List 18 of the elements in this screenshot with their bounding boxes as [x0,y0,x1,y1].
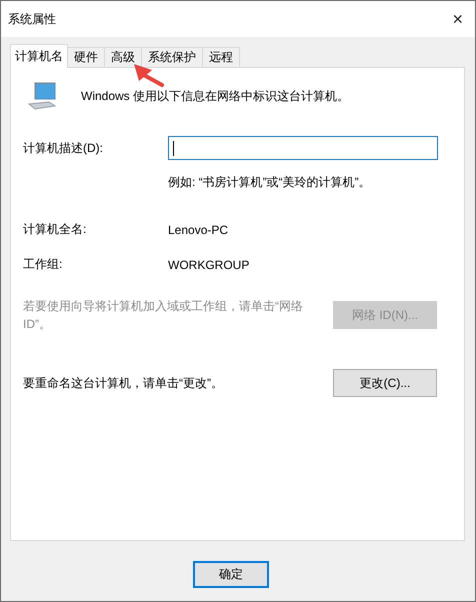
action-description: 若要使用向导将计算机加入域或工作组，请单击“网络 ID”。 [23,298,304,333]
window-title: 系统属性 [8,10,56,28]
example-hint: 例如: “书房计算机”或“美玲的计算机”。 [168,174,372,191]
info-value: Lenovo-PC [168,222,228,236]
close-button[interactable]: × [448,10,467,28]
tab[interactable]: 计算机名 [10,44,68,68]
computer-icon [27,82,59,110]
description-field[interactable] [168,136,438,160]
intro-text: Windows 使用以下信息在网络中标识这台计算机。 [81,88,350,104]
info-label: 计算机全名: [23,221,88,238]
tab[interactable]: 远程 [202,47,240,67]
field-label: 计算机描述(D): [23,140,104,156]
action-button[interactable]: 更改(C)... [333,369,437,397]
action-description: 要重命名这台计算机，请单击“更改”。 [23,375,224,392]
info-value: WORKGROUP [168,258,250,272]
annotation-arrow [134,64,164,87]
ok-button[interactable]: 确定 [193,561,269,588]
info-label: 工作组: [23,256,64,273]
